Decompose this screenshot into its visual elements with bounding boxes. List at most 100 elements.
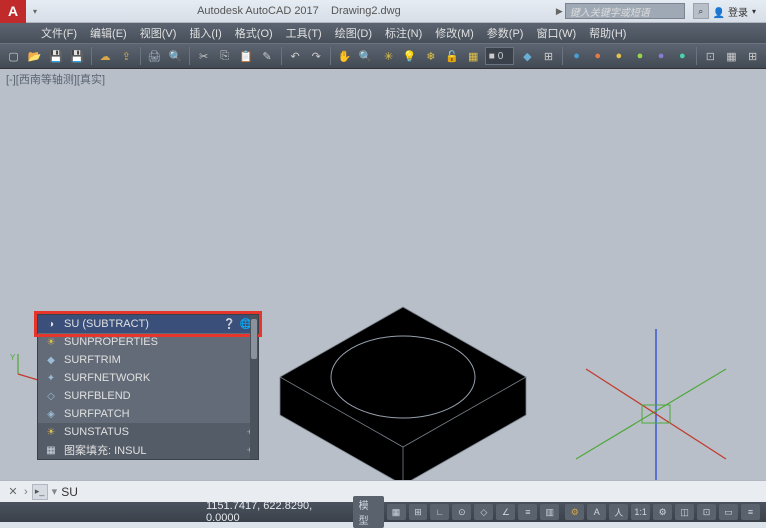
command-autocomplete-popup: ◑ SU (SUBTRACT) ❔ 🌐 ☀ SUNPROPERTIES ◆ SU… (37, 314, 259, 460)
autocomplete-item-selected[interactable]: ◑ SU (SUBTRACT) ❔ 🌐 (38, 315, 258, 333)
circle2-icon[interactable]: ● (588, 46, 607, 66)
saveas-icon[interactable]: 💾 (67, 46, 86, 66)
menu-draw[interactable]: 绘图(D) (329, 23, 378, 43)
status-bar: 1151.7417, 622.8290, 0.0000 模型 ▦ ⊞ ∟ ⊙ ◇… (0, 502, 766, 522)
open-icon[interactable]: 📂 (25, 46, 44, 66)
menu-modify[interactable]: 修改(M) (429, 23, 480, 43)
tool-b-icon[interactable]: ⊞ (539, 46, 558, 66)
zoom-icon[interactable]: 🔍 (356, 46, 375, 66)
undo-icon[interactable]: ↶ (286, 46, 305, 66)
autocomplete-item[interactable]: ▦ 图案填充: INSUL + (38, 441, 258, 459)
infocenter-icon[interactable]: ⌕ (693, 3, 709, 19)
drawing-canvas[interactable]: [-][西南等轴测][真实] Y (0, 69, 766, 502)
polar-toggle-icon[interactable]: ⊙ (452, 504, 471, 520)
login-dropdown-icon[interactable]: ▾ (752, 7, 756, 16)
lwt-toggle-icon[interactable]: ≡ (518, 504, 537, 520)
iso-icon[interactable]: ◫ (675, 504, 694, 520)
lock-icon[interactable]: 🔓 (442, 46, 461, 66)
autocomplete-item[interactable]: ✦ SURFNETWORK (38, 369, 258, 387)
redo-icon[interactable]: ↷ (307, 46, 326, 66)
autocomplete-item[interactable]: ◇ SURFBLEND (38, 387, 258, 405)
circle5-icon[interactable]: ● (652, 46, 671, 66)
nav-icon[interactable]: ⊡ (701, 46, 720, 66)
menu-window[interactable]: 窗口(W) (530, 23, 582, 43)
chevron-right-icon: › (24, 486, 28, 498)
close-icon[interactable]: ✕ (6, 485, 20, 499)
cut-icon[interactable]: ✂ (194, 46, 213, 66)
circle4-icon[interactable]: ● (630, 46, 649, 66)
app-logo[interactable]: A (0, 0, 26, 23)
hw-icon[interactable]: ⊡ (697, 504, 716, 520)
menu-edit[interactable]: 编辑(E) (84, 23, 133, 43)
save-icon[interactable]: 💾 (46, 46, 65, 66)
freeze-icon[interactable]: ❄ (421, 46, 440, 66)
bulb-icon[interactable]: 💡 (400, 46, 419, 66)
main-toolbar: ▢ 📂 💾 💾 ☁ ⇪ 🖨 🔍 ✂ ⎘ 📋 ✎ ↶ ↷ ✋ 🔍 ✳ 💡 ❄ 🔓 … (0, 43, 766, 69)
search-input[interactable]: 键入关键字或短语 (565, 3, 685, 19)
autocomplete-item[interactable]: ◈ SURFPATCH (38, 405, 258, 423)
menu-tools[interactable]: 工具(T) (280, 23, 328, 43)
pan-icon[interactable]: ✋ (335, 46, 354, 66)
circle1-icon[interactable]: ● (567, 46, 586, 66)
menu-param[interactable]: 参数(P) (481, 23, 530, 43)
plot-icon[interactable]: 🖨 (145, 46, 164, 66)
command-input[interactable] (61, 485, 760, 499)
preview-icon[interactable]: 🔍 (166, 46, 185, 66)
menu-view[interactable]: 视图(V) (134, 23, 183, 43)
menu-insert[interactable]: 插入(I) (183, 23, 227, 43)
settings-icon[interactable]: ⊞ (743, 46, 762, 66)
share-icon[interactable]: ⇪ (117, 46, 136, 66)
popup-scrollbar[interactable] (250, 315, 258, 459)
app-menu-dropdown-icon[interactable]: ▾ (28, 0, 42, 23)
menu-format[interactable]: 格式(O) (229, 23, 279, 43)
autocomplete-item-label: SU (SUBTRACT) (64, 318, 217, 330)
match-icon[interactable]: ✎ (257, 46, 276, 66)
surf-icon: ✦ (44, 371, 58, 385)
model-space-button[interactable]: 模型 (353, 496, 384, 528)
paste-icon[interactable]: 📋 (236, 46, 255, 66)
autocomplete-item[interactable]: ☀ SUNPROPERTIES (38, 333, 258, 351)
app-name: Autodesk AutoCAD 2017 (197, 5, 319, 17)
subtract-icon: ◑ (44, 317, 58, 331)
layer-combo[interactable]: ■ 0 (485, 47, 514, 65)
osnap-toggle-icon[interactable]: ◇ (474, 504, 493, 520)
custom-icon[interactable]: ≡ (741, 504, 760, 520)
annovis-icon[interactable]: 人 (609, 504, 628, 520)
circle3-icon[interactable]: ● (609, 46, 628, 66)
layerprop-icon[interactable]: ▦ (464, 46, 483, 66)
view-cube-axes[interactable] (576, 339, 736, 499)
copy-icon[interactable]: ⎘ (215, 46, 234, 66)
grid-toggle-icon[interactable]: ▦ (387, 504, 406, 520)
grid-icon[interactable]: ▦ (722, 46, 741, 66)
login-button[interactable]: 👤 登录 (713, 4, 748, 19)
help-icon[interactable]: ❔ (223, 319, 235, 330)
title-bar: A ▾ Autodesk AutoCAD 2017 Drawing2.dwg ▶… (0, 0, 766, 23)
snap-toggle-icon[interactable]: ⊞ (409, 504, 428, 520)
command-prompt-icon[interactable]: ▸_ (32, 484, 48, 500)
autocomplete-item[interactable]: ☀ SUNSTATUS + (38, 423, 258, 441)
circle6-icon[interactable]: ● (673, 46, 692, 66)
tool-a-icon[interactable]: ◆ (518, 46, 537, 66)
search-arrow-icon: ▶ (556, 6, 563, 17)
ucs-icon: Y (10, 352, 40, 382)
hatch-icon: ▦ (44, 443, 58, 457)
menu-file[interactable]: 文件(F) (35, 23, 83, 43)
scale-icon[interactable]: 1:1 (631, 504, 650, 520)
viewport-label[interactable]: [-][西南等轴测][真实] (6, 71, 105, 87)
clean-icon[interactable]: ▭ (719, 504, 738, 520)
scrollbar-thumb[interactable] (251, 319, 257, 359)
cloud-icon[interactable]: ☁ (96, 46, 115, 66)
annoscale-icon[interactable]: A (587, 504, 606, 520)
menu-dim[interactable]: 标注(N) (379, 23, 428, 43)
sun-icon: ☀ (44, 335, 58, 349)
trans-toggle-icon[interactable]: ▥ (540, 504, 559, 520)
gear-icon[interactable]: ⚙ (653, 504, 672, 520)
ws-icon[interactable]: ⚙ (565, 504, 584, 520)
autocomplete-item[interactable]: ◆ SURFTRIM (38, 351, 258, 369)
layer-icon[interactable]: ✳ (379, 46, 398, 66)
new-icon[interactable]: ▢ (4, 46, 23, 66)
surf-icon: ◇ (44, 389, 58, 403)
ortho-toggle-icon[interactable]: ∟ (430, 504, 449, 520)
otrack-toggle-icon[interactable]: ∠ (496, 504, 515, 520)
menu-help[interactable]: 帮助(H) (583, 23, 632, 43)
